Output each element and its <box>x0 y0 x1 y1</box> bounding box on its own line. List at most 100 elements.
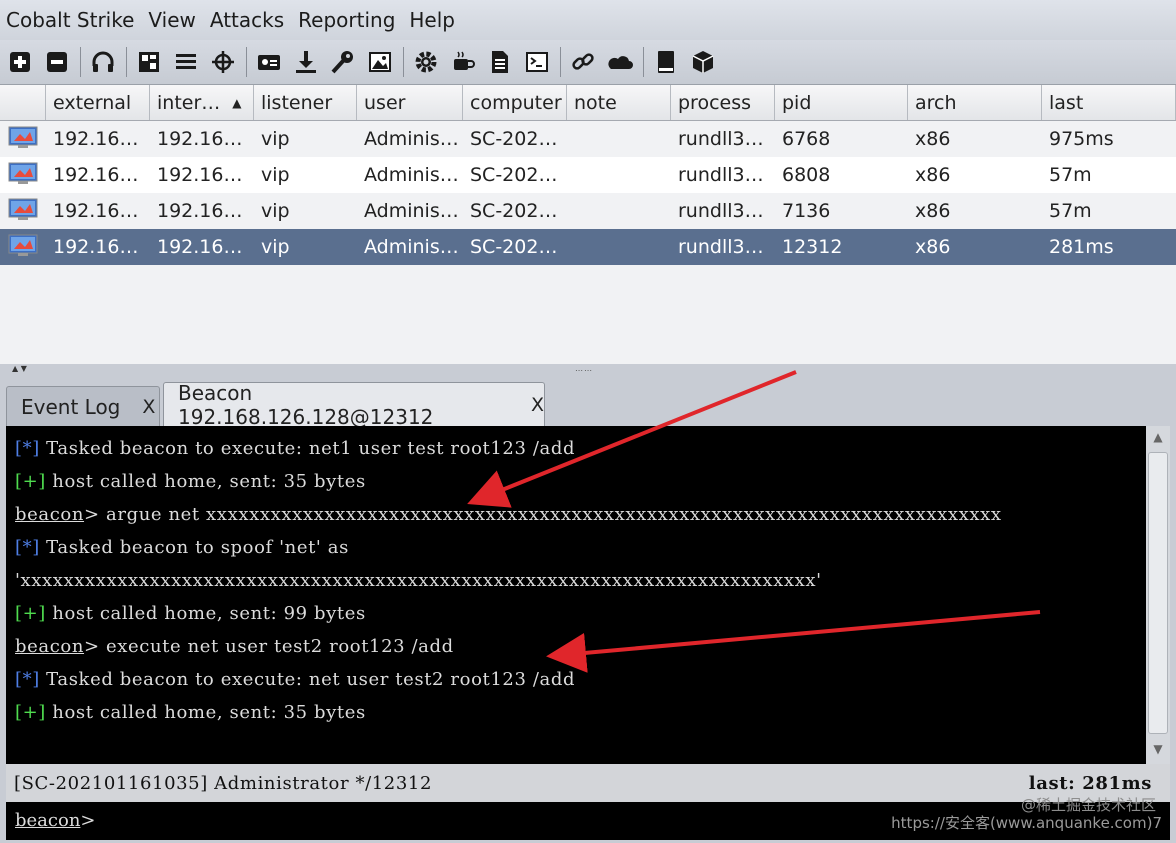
column-header-listener[interactable]: listener <box>254 85 357 120</box>
menu-reporting[interactable]: Reporting <box>298 8 395 32</box>
column-header-internal-label: inter… <box>157 91 221 114</box>
watermark-url: https://安全客(www.anquanke.com)7 <box>891 814 1162 832</box>
scroll-down-icon[interactable]: ▼ <box>1149 742 1167 760</box>
tab-beacon[interactable]: Beacon 192.168.126.128@12312 X <box>163 380 545 429</box>
table-row[interactable]: 192.16… 192.16… vip Adminis… SC-202… rundll3…… <box>0 157 1176 193</box>
beacon-session-icon <box>0 126 46 153</box>
plus-icon[interactable] <box>6 48 34 76</box>
cell-arch: x86 <box>915 200 951 222</box>
info-marker: [*] <box>15 438 40 459</box>
column-header-arch[interactable]: arch <box>908 85 1042 120</box>
prompt-suffix: > <box>80 810 96 831</box>
headphones-icon[interactable] <box>89 48 117 76</box>
toolbar-separator <box>126 47 127 77</box>
column-header-process[interactable]: process <box>671 85 775 120</box>
cell-computer: SC-202… <box>470 200 558 222</box>
cell-pid: 6808 <box>782 164 831 186</box>
column-header-computer[interactable]: computer <box>463 85 567 120</box>
cell-pid: 12312 <box>782 236 843 258</box>
toolbar-separator <box>403 47 404 77</box>
cell-last: 281ms <box>1049 236 1114 258</box>
drag-grip-icon[interactable]: ⋯⋯ <box>575 366 593 375</box>
cell-last: 57m <box>1049 164 1092 186</box>
cloud-icon[interactable] <box>606 48 634 76</box>
pivot-graph-icon[interactable] <box>135 48 163 76</box>
cell-user: Adminis… <box>364 200 459 222</box>
cell-process: rundll3… <box>678 236 764 258</box>
package-icon[interactable] <box>689 48 717 76</box>
book-icon[interactable] <box>652 48 680 76</box>
table-header: external inter… ▲ listener user computer … <box>0 85 1176 121</box>
console-text: Tasked beacon to execute: net user test2… <box>39 669 576 690</box>
tab-beacon-label: Beacon 192.168.126.128@12312 <box>178 380 434 429</box>
menu-view[interactable]: View <box>148 8 195 32</box>
column-header-internal[interactable]: inter… ▲ <box>150 85 254 120</box>
console-line: [*] Tasked beacon to execute: net user t… <box>15 669 575 690</box>
screenshot-icon[interactable] <box>366 48 394 76</box>
credentials-icon[interactable] <box>255 48 283 76</box>
menu-help[interactable]: Help <box>409 8 455 32</box>
session-list-icon[interactable] <box>172 48 200 76</box>
console-text: host called home, sent: 35 bytes <box>45 702 366 723</box>
terminal-icon[interactable] <box>523 48 551 76</box>
beacon-command-input[interactable]: beacon> @稀土掘金技术社区 https://安全客(www.anquan… <box>6 796 1170 840</box>
cell-internal: 192.16… <box>157 200 243 222</box>
column-header-last[interactable]: last <box>1042 85 1176 120</box>
menu-cobalt-strike[interactable]: Cobalt Strike <box>6 8 134 32</box>
target-icon[interactable] <box>209 48 237 76</box>
table-row[interactable]: 192.16… 192.16… vip Adminis… SC-202… rundll3…… <box>0 193 1176 229</box>
tab-event-log[interactable]: Event Log X <box>6 386 160 426</box>
success-marker: [+] <box>15 471 46 492</box>
link-icon[interactable] <box>569 48 597 76</box>
cell-external: 192.16… <box>53 200 139 222</box>
split-divider[interactable]: ▲ ▼ ⋯⋯ <box>0 364 1176 376</box>
coffee-icon[interactable] <box>449 48 477 76</box>
document-icon[interactable] <box>486 48 514 76</box>
close-icon[interactable]: X <box>531 394 544 416</box>
column-header-user[interactable]: user <box>357 85 463 120</box>
beacon-session-icon <box>0 234 46 261</box>
close-icon[interactable]: X <box>142 396 155 418</box>
console-text: Tasked beacon to spoof 'net' as <box>39 537 349 558</box>
beacon-status-bar: [SC-202101161035] Administrator */12312 … <box>6 764 1170 802</box>
cell-external: 192.16… <box>53 128 139 150</box>
minus-icon[interactable] <box>43 48 71 76</box>
column-header-icon[interactable] <box>0 85 46 120</box>
cell-user: Adminis… <box>364 128 459 150</box>
console-line: [*] Tasked beacon to spoof 'net' as <box>15 537 349 558</box>
column-header-note[interactable]: note <box>567 85 671 120</box>
menu-attacks[interactable]: Attacks <box>210 8 284 32</box>
scrollbar-thumb[interactable] <box>1148 452 1168 734</box>
collapse-arrows-icon[interactable]: ▲ ▼ <box>12 364 27 373</box>
table-body: 192.16… 192.16… vip Adminis… SC-202… rundll3…… <box>0 121 1176 265</box>
download-icon[interactable] <box>292 48 320 76</box>
console-text: > argue net xxxxxxxxxxxxxxxxxxxxxxxxxxxx… <box>84 504 1002 525</box>
table-row[interactable]: 192.16… 192.16… vip Adminis… SC-202… rundll3…… <box>0 229 1176 265</box>
console-line: [+] host called home, sent: 99 bytes <box>15 603 366 624</box>
cell-listener: vip <box>261 164 290 186</box>
cell-listener: vip <box>261 200 290 222</box>
info-marker: [*] <box>15 537 40 558</box>
cell-last: 975ms <box>1049 128 1114 150</box>
toolbar <box>0 40 1176 84</box>
key-icon[interactable] <box>329 48 357 76</box>
prompt-beacon: beacon <box>15 636 85 657</box>
gear-icon[interactable] <box>412 48 440 76</box>
cell-external: 192.16… <box>53 164 139 186</box>
column-header-external[interactable]: external <box>46 85 150 120</box>
sort-ascending-icon: ▲ <box>232 95 242 110</box>
console-line: beacon> execute net user test2 root123 /… <box>15 636 454 657</box>
vertical-scrollbar[interactable]: ▲ ▼ <box>1146 426 1170 764</box>
table-row[interactable]: 192.16… 192.16… vip Adminis… SC-202… rundll3…… <box>0 121 1176 157</box>
cell-last: 57m <box>1049 200 1092 222</box>
console-line: [*] Tasked beacon to execute: net1 user … <box>15 438 575 459</box>
tab-bar: Event Log X Beacon 192.168.126.128@12312… <box>0 376 1176 429</box>
scroll-up-icon[interactable]: ▲ <box>1149 430 1167 448</box>
cell-user: Adminis… <box>364 236 459 258</box>
cell-internal: 192.16… <box>157 128 243 150</box>
status-session-info: [SC-202101161035] Administrator */12312 <box>14 773 433 794</box>
console-line: [+] host called home, sent: 35 bytes <box>15 471 366 492</box>
column-header-pid[interactable]: pid <box>775 85 908 120</box>
status-last-checkin: last: 281ms <box>1028 773 1152 794</box>
console-line: beacon> argue net xxxxxxxxxxxxxxxxxxxxxx… <box>15 504 1002 525</box>
